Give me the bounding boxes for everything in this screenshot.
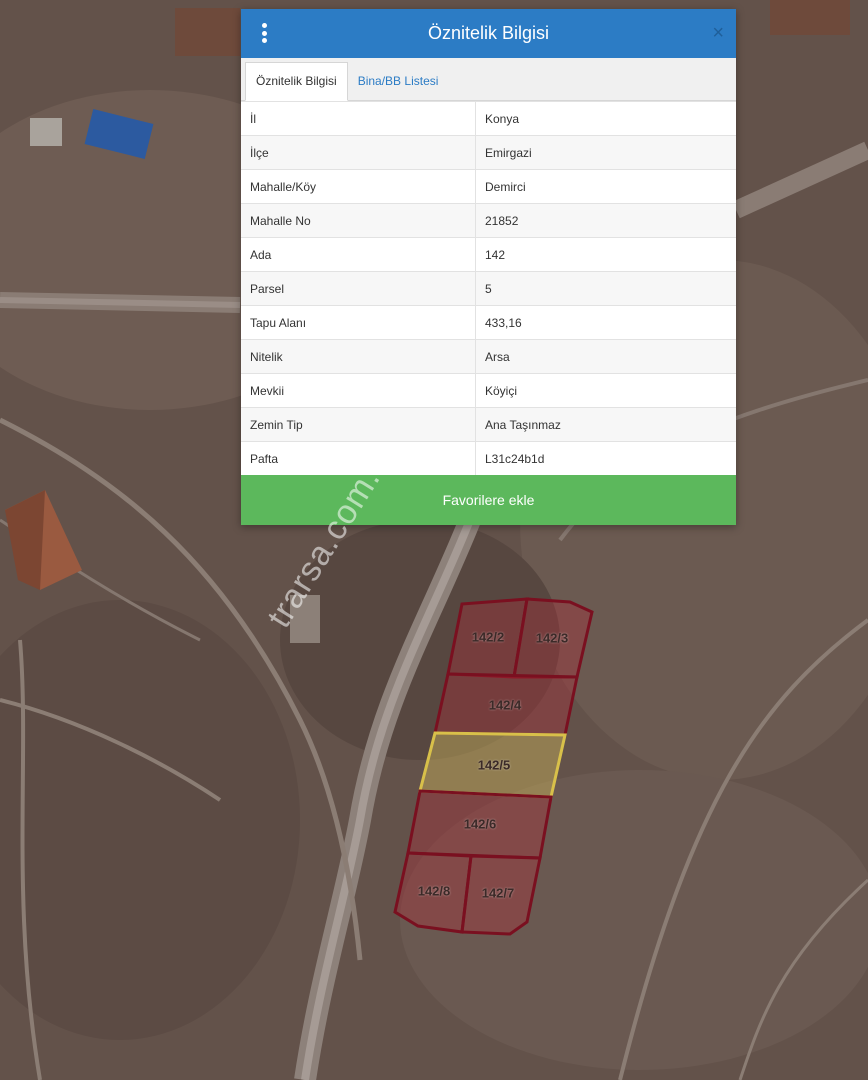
row-value: L31c24b1d — [475, 441, 736, 475]
row-value: 433,16 — [475, 305, 736, 340]
parcel-label: 142/8 — [417, 883, 451, 899]
row-value: 142 — [475, 237, 736, 272]
tab-attribute-info[interactable]: Öznitelik Bilgisi — [245, 62, 348, 101]
row-key: İl — [241, 101, 476, 136]
dialog-tabs: Öznitelik Bilgisi Bina/BB Listesi — [241, 58, 736, 101]
table-row: Ada 142 — [241, 237, 736, 272]
row-key: Mahalle/Köy — [241, 169, 476, 204]
row-value: Arsa — [475, 339, 736, 374]
table-row: Pafta L31c24b1d — [241, 441, 736, 475]
attribute-dialog: Öznitelik Bilgisi × Öznitelik Bilgisi Bi… — [241, 9, 736, 525]
close-icon[interactable]: × — [712, 21, 724, 45]
table-row: Nitelik Arsa — [241, 339, 736, 374]
row-key: Parsel — [241, 271, 476, 306]
table-row: Tapu Alanı 433,16 — [241, 305, 736, 340]
row-value: Konya — [475, 101, 736, 136]
row-key: Tapu Alanı — [241, 305, 476, 340]
row-value: Emirgazi — [475, 135, 736, 170]
table-row: Mevkii Köyiçi — [241, 373, 736, 408]
dialog-title: Öznitelik Bilgisi — [427, 23, 550, 43]
row-key: Nitelik — [241, 339, 476, 374]
row-value: Demirci — [475, 169, 736, 204]
table-row: Mahalle No 21852 — [241, 203, 736, 238]
table-row: İlçe Emirgazi — [241, 135, 736, 170]
table-row: Mahalle/Köy Demirci — [241, 169, 736, 204]
dialog-header: Öznitelik Bilgisi × — [241, 9, 736, 58]
row-key: Mahalle No — [241, 203, 476, 238]
row-value: 21852 — [475, 203, 736, 238]
parcel-label: 142/4 — [488, 697, 522, 713]
row-value: 5 — [475, 271, 736, 306]
table-row: Zemin Tip Ana Taşınmaz — [241, 407, 736, 442]
parcel-label: 142/6 — [463, 816, 497, 832]
parcel-label: 142/7 — [481, 885, 515, 901]
row-key: Ada — [241, 237, 476, 272]
parcel-label: 142/5 — [477, 757, 511, 773]
add-to-favorites-button[interactable]: Favorilere ekle — [241, 475, 736, 525]
row-key: Zemin Tip — [241, 407, 476, 442]
kebab-menu-icon[interactable] — [261, 23, 267, 43]
table-row: İl Konya — [241, 101, 736, 136]
row-key: Mevkii — [241, 373, 476, 408]
parcel-label: 142/3 — [535, 630, 569, 646]
row-value: Köyiçi — [475, 373, 736, 408]
row-key: İlçe — [241, 135, 476, 170]
tab-building-list[interactable]: Bina/BB Listesi — [348, 63, 449, 100]
row-value: Ana Taşınmaz — [475, 407, 736, 442]
parcel-label: 142/2 — [471, 629, 505, 645]
attribute-table: İl Konya İlçe Emirgazi Mahalle/Köy Demirci … — [241, 101, 736, 475]
table-row: Parsel 5 — [241, 271, 736, 306]
